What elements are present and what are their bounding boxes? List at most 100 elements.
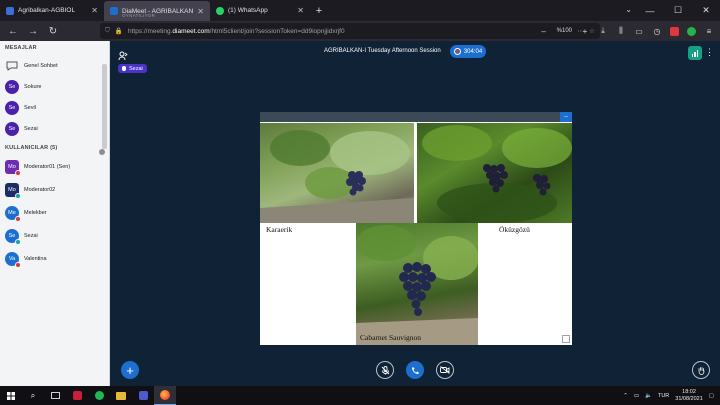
sidebar-scrollbar[interactable]	[102, 64, 107, 149]
chat-user-name: Sevil	[24, 104, 36, 111]
presenter-name: Sezai	[129, 65, 143, 72]
close-tab-icon[interactable]: ✕	[297, 6, 304, 15]
recording-indicator[interactable]: 304:04	[450, 45, 486, 58]
user-list-item[interactable]: Se Sezai	[0, 224, 109, 247]
spotify-icon[interactable]	[88, 386, 110, 405]
avatar: Se	[5, 100, 19, 115]
window-controls: — ☐ ✕	[636, 0, 720, 21]
raise-hand-button[interactable]	[692, 361, 710, 379]
leave-audio-button[interactable]	[406, 361, 424, 379]
chat-user-item[interactable]: Se Sevil	[0, 97, 109, 118]
network-icon[interactable]: ▭	[634, 393, 639, 399]
agribalkan-favicon-icon	[6, 6, 14, 15]
karaerik-grape-photo	[260, 123, 414, 223]
user-name: Sezai	[24, 232, 38, 239]
slide-caption: Cabarnet Sauvignon	[360, 333, 422, 342]
speaker-favicon-icon	[110, 7, 118, 15]
search-icon[interactable]: ⌕	[22, 386, 44, 405]
extension-red-icon[interactable]	[670, 26, 679, 36]
zoom-in-icon[interactable]: +	[580, 27, 590, 36]
library-icon[interactable]: ⫼	[616, 26, 626, 36]
mic-icon	[122, 66, 126, 71]
user-name: Valentina	[24, 255, 47, 262]
file-explorer-icon[interactable]	[110, 386, 132, 405]
muted-mic-icon	[15, 261, 21, 268]
avatar: Se	[5, 121, 19, 136]
fullscreen-icon[interactable]	[562, 335, 570, 343]
avatar: Me	[5, 205, 21, 222]
clock-date: 31/08/2021	[675, 395, 703, 402]
tab-list-chevron-icon[interactable]: ⌄	[625, 5, 632, 14]
minimize-presentation-button[interactable]: –	[560, 112, 572, 122]
back-arrow-icon[interactable]: ←	[6, 26, 20, 37]
close-window-icon[interactable]: ✕	[692, 0, 720, 21]
new-tab-button[interactable]: +	[310, 0, 328, 21]
browser-nav-bar: ← → ↻ ⛉ 🔒 https://meeting.diameet.com/ht…	[0, 21, 720, 41]
forward-arrow-icon[interactable]: →	[26, 26, 40, 37]
chat-user-name: Sokure	[24, 83, 42, 90]
browser-tab-diameet[interactable]: DiaMeet - AGRIBALKAN-I Tuesday OYNATILIY…	[104, 1, 210, 21]
close-tab-icon[interactable]: ✕	[197, 7, 204, 16]
user-list-item[interactable]: Va Valentina	[0, 247, 109, 270]
firefox-icon[interactable]	[154, 386, 176, 405]
url-text: https://meeting.diameet.com/html5client/…	[127, 27, 345, 35]
zoom-out-icon[interactable]: –	[539, 27, 549, 36]
slide-caption: Öküzgözü	[499, 225, 530, 234]
actions-plus-button[interactable]: +	[121, 361, 139, 379]
volume-icon[interactable]: 🔈	[645, 393, 652, 399]
share-webcam-button[interactable]	[436, 361, 454, 379]
messages-section-title: MESAJLAR	[5, 45, 37, 51]
menu-hamburger-icon[interactable]: ≡	[704, 27, 714, 36]
tray-chevron-icon[interactable]: ⌃	[623, 393, 628, 399]
extension-green-icon[interactable]	[687, 26, 696, 36]
task-view-icon[interactable]	[44, 386, 66, 405]
history-clock-icon[interactable]: ◷	[652, 27, 662, 36]
user-name: Melekber	[24, 209, 47, 216]
meeting-main-area: AGRIBALKAN-I Tuesday Afternoon Session 3…	[110, 41, 720, 386]
browser-tab-strip: Agribalkan-AGBIOL ✕ DiaMeet - AGRIBALKAN…	[0, 0, 720, 21]
minimize-icon[interactable]: —	[636, 0, 664, 21]
whatsapp-favicon-icon	[216, 6, 224, 15]
download-icon[interactable]: ⤓	[598, 26, 608, 36]
chat-user-item[interactable]: Se Sokure	[0, 76, 109, 97]
more-options-icon[interactable]: ⋮	[705, 47, 714, 58]
cabernet-grape-photo	[356, 223, 478, 345]
chat-user-item[interactable]: Se Sezai	[0, 118, 109, 139]
presentation-slide: – Karaerik Öküzgözü Cabarnet Sauvignon	[260, 112, 572, 345]
muted-mic-icon	[15, 169, 21, 176]
recording-time: 304:04	[463, 48, 483, 55]
windows-start-icon[interactable]	[0, 386, 22, 405]
tab-playing-label: OYNATILIYOR	[122, 13, 156, 18]
maximize-icon[interactable]: ☐	[664, 0, 692, 21]
lock-icon: 🔒	[114, 28, 123, 35]
address-bar[interactable]: ⛉ 🔒 https://meeting.diameet.com/html5cli…	[100, 23, 600, 39]
app-red-icon[interactable]	[66, 386, 88, 405]
record-icon	[453, 48, 461, 55]
user-name: Moderator01 (Sen)	[24, 163, 71, 170]
gear-icon[interactable]	[99, 149, 105, 155]
tab-title: Agribalkan-AGBIOL	[18, 7, 76, 14]
public-chat-item[interactable]: Genel Sohbet	[0, 55, 109, 76]
clock[interactable]: 18:02 31/08/2021	[675, 389, 703, 403]
users-section-title: KULLANICILAR (5)	[5, 145, 58, 151]
reload-icon[interactable]: ↻	[46, 26, 60, 37]
teams-icon[interactable]	[132, 386, 154, 405]
sidebar-icon[interactable]: ▭	[634, 27, 644, 36]
close-tab-icon[interactable]: ✕	[91, 6, 98, 15]
avatar: Mo	[5, 182, 21, 199]
user-name: Moderator02	[24, 186, 56, 193]
shield-icon: ⛉	[105, 27, 110, 34]
connection-status-icon[interactable]	[688, 46, 702, 60]
public-chat-label: Genel Sohbet	[24, 62, 58, 69]
user-list-item[interactable]: Me Melekber	[0, 201, 109, 224]
language-indicator[interactable]: TUR	[658, 393, 669, 399]
mute-mic-button[interactable]	[376, 361, 394, 379]
user-list-item[interactable]: Mo Moderator02	[0, 178, 109, 201]
browser-tab-agribalkan[interactable]: Agribalkan-AGBIOL ✕	[0, 0, 104, 21]
notifications-icon[interactable]: ▢	[709, 393, 714, 399]
chat-user-name: Sezai	[24, 125, 38, 132]
user-list-item[interactable]: Mo Moderator01 (Sen)	[0, 155, 109, 178]
zoom-level[interactable]: %100	[557, 28, 572, 34]
avatar: Se	[5, 228, 21, 245]
browser-tab-whatsapp[interactable]: (1) WhatsApp ✕	[210, 0, 310, 21]
